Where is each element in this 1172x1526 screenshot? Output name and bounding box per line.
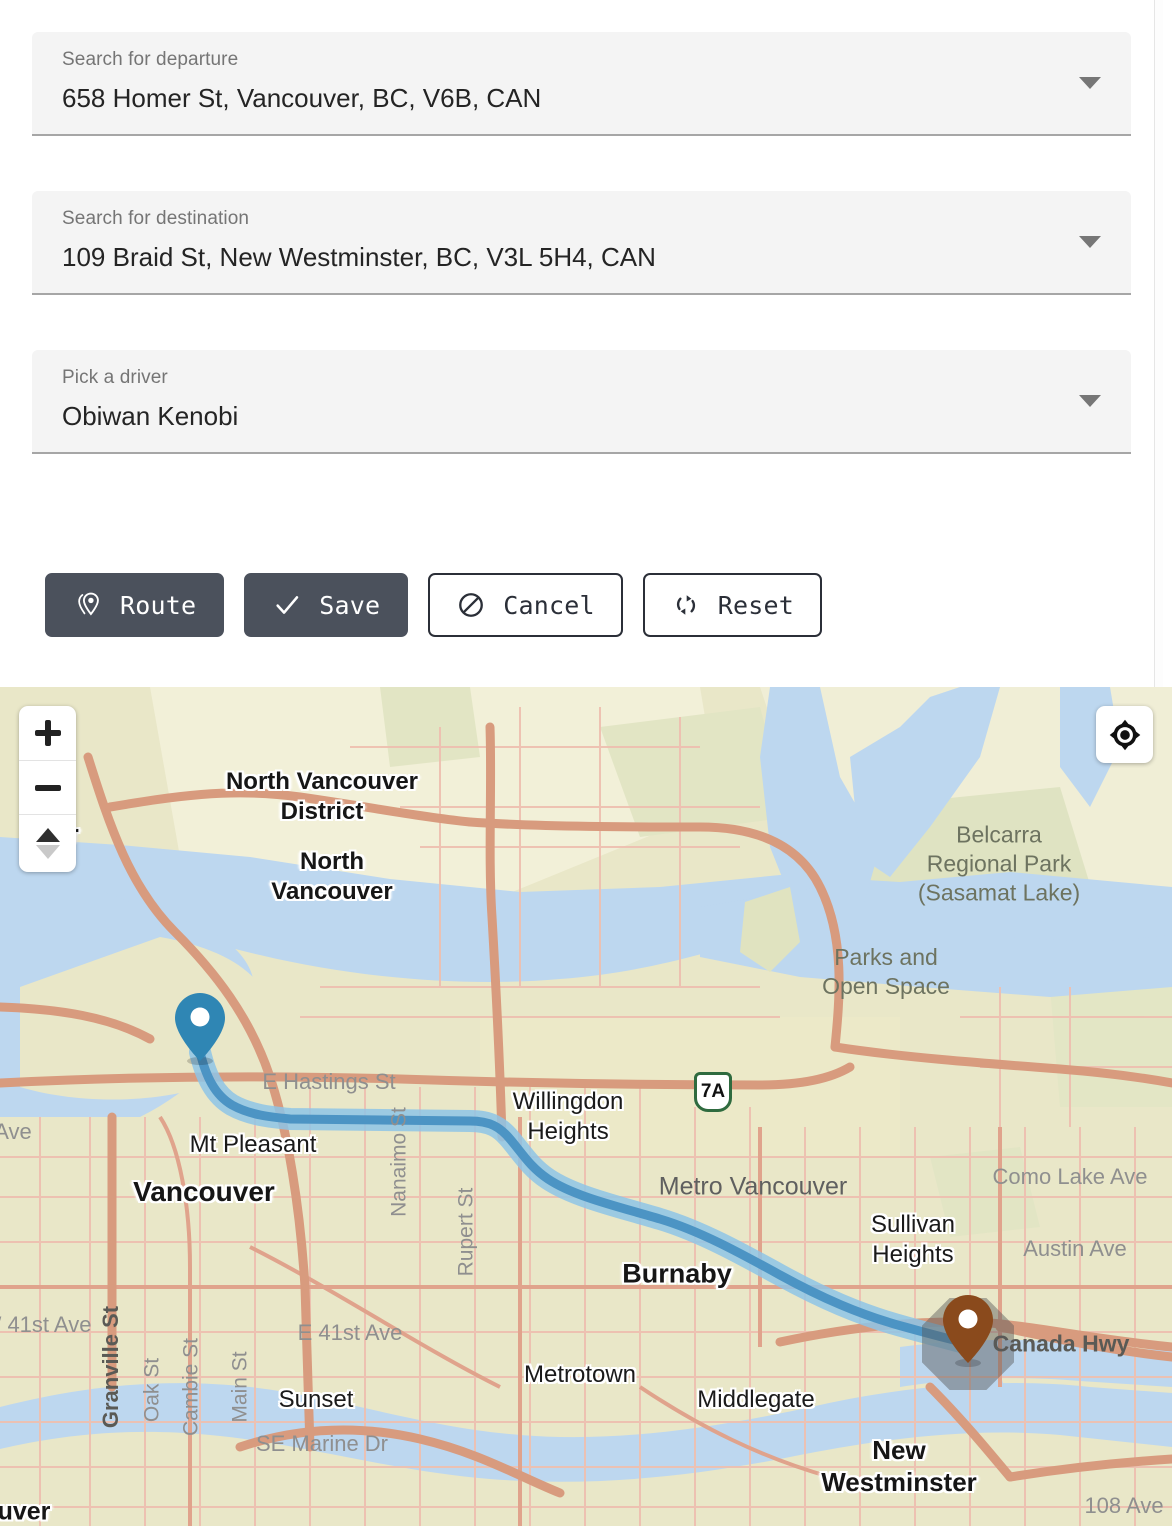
- map-tilt-control[interactable]: [19, 814, 76, 872]
- reset-button-label: Reset: [717, 590, 795, 620]
- chevron-down-icon[interactable]: [1079, 236, 1101, 248]
- destination-highlight: [922, 1298, 1014, 1390]
- triangle-down-icon[interactable]: [35, 845, 60, 859]
- driver-field[interactable]: Pick a driver Obiwan Kenobi: [32, 350, 1131, 454]
- action-button-row: Route Save Cancel Reset: [45, 573, 823, 637]
- triangle-up-icon[interactable]: [35, 828, 60, 842]
- map-zoom-controls[interactable]: [19, 706, 76, 872]
- route-planner-app: Search for departure 658 Homer St, Vanco…: [0, 0, 1172, 1526]
- destination-field[interactable]: Search for destination 109 Braid St, New…: [32, 191, 1131, 295]
- zoom-out-button[interactable]: [19, 760, 76, 814]
- chevron-down-icon[interactable]: [1079, 395, 1101, 407]
- departure-input[interactable]: 658 Homer St, Vancouver, BC, V6B, CAN: [62, 81, 1075, 115]
- driver-select-value[interactable]: Obiwan Kenobi: [62, 399, 1075, 433]
- reset-button[interactable]: Reset: [642, 573, 823, 637]
- map-pin-icon: [73, 590, 103, 620]
- check-icon: [272, 590, 302, 620]
- refresh-icon: [671, 590, 701, 620]
- zoom-in-button[interactable]: [19, 706, 76, 760]
- highway-shield: 7A: [694, 1072, 732, 1112]
- geolocate-button[interactable]: [1096, 706, 1153, 763]
- destination-input[interactable]: 109 Braid St, New Westminster, BC, V3L 5…: [62, 240, 1075, 274]
- route-button-label: Route: [120, 590, 197, 620]
- map-canvas[interactable]: North Vancouver District North Vancouver Bel…: [0, 687, 1172, 1526]
- save-button[interactable]: Save: [244, 573, 409, 637]
- departure-label: Search for departure: [62, 49, 239, 70]
- save-button-label: Save: [319, 590, 381, 620]
- chevron-down-icon[interactable]: [1079, 77, 1101, 89]
- driver-label: Pick a driver: [62, 367, 168, 388]
- geolocate-icon: [1109, 719, 1140, 750]
- panel-scrollbar[interactable]: [1154, 0, 1163, 687]
- cancel-button[interactable]: Cancel: [428, 573, 623, 637]
- cancel-button-label: Cancel: [503, 590, 595, 620]
- map-tiles: [0, 687, 1172, 1526]
- route-button[interactable]: Route: [45, 573, 225, 637]
- destination-label: Search for destination: [62, 208, 250, 229]
- block-icon: [456, 590, 486, 620]
- departure-field[interactable]: Search for departure 658 Homer St, Vanco…: [32, 32, 1131, 136]
